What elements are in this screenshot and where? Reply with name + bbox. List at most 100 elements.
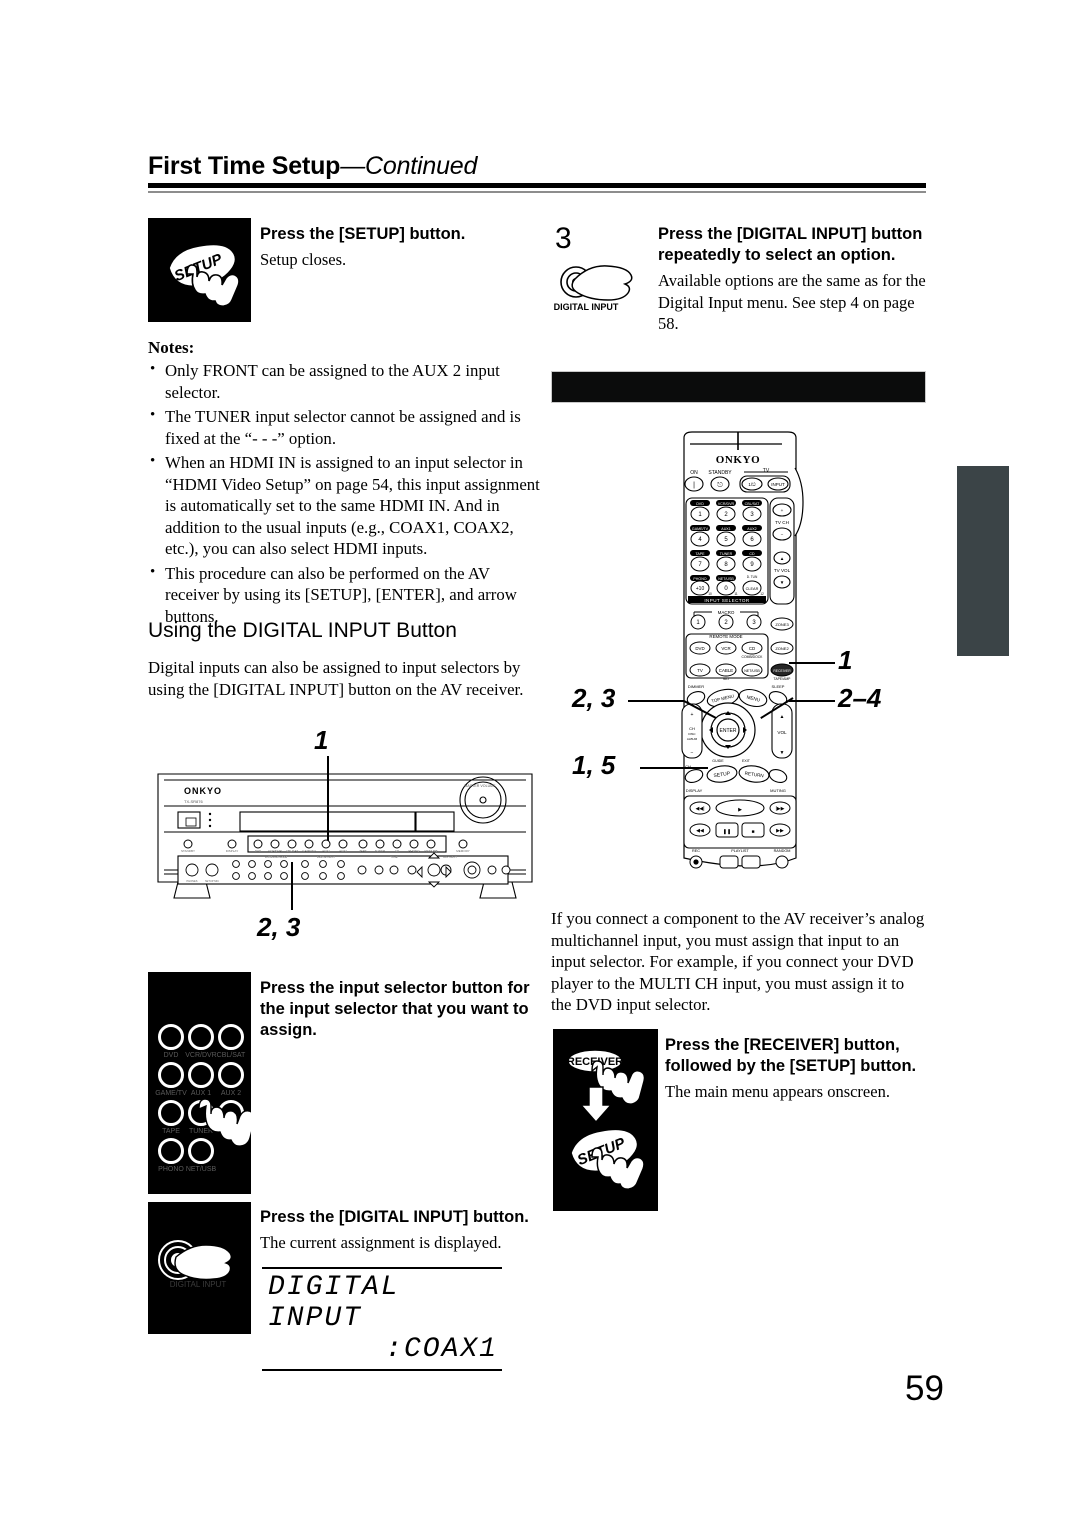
setup-step-text: Press the [SETUP] button. Setup closes. <box>260 224 542 271</box>
svg-text:DISPLAY: DISPLAY <box>226 849 238 853</box>
svg-text:PHONES: PHONES <box>187 879 198 883</box>
step3-title: Press the [DIGITAL INPUT] button repeate… <box>658 225 923 264</box>
note-item: When an HDMI IN is assigned to an input … <box>148 451 542 560</box>
remote-callout-1: 1 <box>838 645 853 675</box>
keypad-index-11: 11 <box>734 592 738 596</box>
receiver-setup-step-body: The main menu appears onscreen. <box>665 1082 890 1101</box>
rm-cable: CABLE <box>719 668 733 673</box>
svg-text:NET/USB: NET/USB <box>424 849 437 853</box>
svg-text:GAME/TV: GAME/TV <box>302 849 316 853</box>
svg-text:SETUP MIC: SETUP MIC <box>205 879 219 883</box>
remote-tag-label-dvd: DVD <box>696 502 704 506</box>
step3-text: Press the [DIGITAL INPUT] button repeate… <box>658 224 926 335</box>
remote-tag-label-netusb: NET/USB <box>718 577 734 581</box>
notes-list: Only FRONT can be assigned to the AUX 2 … <box>148 359 542 627</box>
remote-callout-2-3: 2, 3 <box>572 683 616 713</box>
receiver-volume-label: MASTER VOLUME <box>464 784 496 788</box>
remote-label-standby: STANDBY <box>708 470 732 476</box>
remote-brand: ONKYO <box>716 454 761 466</box>
svg-text:AUX1: AUX1 <box>322 849 330 853</box>
remote-label-display: DISPLAY <box>686 788 703 793</box>
setup-step-title: Press the [SETUP] button. <box>260 225 466 243</box>
svg-text:▶: ▶ <box>738 807 742 813</box>
svg-text:STANDBY: STANDBY <box>181 849 195 853</box>
setup-press-icon: SETUP <box>168 243 240 307</box>
lcd-bottom-rule <box>262 1369 502 1371</box>
svg-text:|▶▶: |▶▶ <box>776 806 785 812</box>
input-selector-pad-illustration: DVD VCR/DVR CBL/SAT GAME/TV AUX 1 AUX 2 … <box>148 972 251 1194</box>
svg-text:DIGITAL INPUT: DIGITAL INPUT <box>317 855 336 859</box>
lcd-line-1: DIGITAL INPUT <box>268 1272 400 1334</box>
manual-page: First Time Setup—Continued SETUP Press t… <box>0 0 1080 1528</box>
header-rule-thick <box>148 183 926 188</box>
receiver-lcd-display: DIGITAL INPUT :COAX1 <box>262 1267 502 1371</box>
svg-text:LISTENING MODE: LISTENING MODE <box>265 855 287 859</box>
page-title-main: First Time Setup <box>148 152 341 180</box>
svg-text:−: − <box>781 532 784 537</box>
remote-label-guide: GUIDE <box>712 759 724 763</box>
digital-input-icon-label: DIGITAL INPUT <box>170 1280 227 1289</box>
receiver-brand: ONKYO <box>184 786 222 796</box>
remote-callout-2-4: 2–4 <box>838 683 882 713</box>
multichannel-paragraph-block: If you connect a component to the AV rec… <box>551 908 926 1016</box>
remote-label-sat: SAT <box>723 677 729 681</box>
rm-tv: TV <box>697 668 703 673</box>
svg-text:◀◀|: ◀◀| <box>696 806 705 812</box>
receiver-setup-press-icon: RECEIVER SETUP <box>567 1049 646 1190</box>
multichannel-paragraph: If you connect a component to the AV rec… <box>551 909 925 1014</box>
keypad-index-10: 10 <box>708 592 712 596</box>
keypad-clear: CLEAR <box>746 587 759 591</box>
svg-text:TUNER: TUNER <box>375 849 386 853</box>
receiver-callout-top: 1 <box>314 725 329 755</box>
remote-label-rec: REC <box>692 849 700 853</box>
svg-text:❚❚: ❚❚ <box>723 829 731 835</box>
remote-callout-1-leader <box>789 662 835 664</box>
rm-netusb: NET/USB <box>744 669 760 673</box>
remote-callout-1-5-leader <box>640 767 708 769</box>
header-rule-thin <box>148 191 926 193</box>
section-black-banner <box>551 371 926 403</box>
svg-text:▼: ▼ <box>780 750 785 756</box>
remote-callout-1-5: 1, 5 <box>572 750 616 780</box>
svg-text:■: ■ <box>751 829 754 835</box>
step3-icon-label: DIGITAL INPUT <box>554 302 619 312</box>
digital-input-step-text: Press the [DIGITAL INPUT] button. The cu… <box>260 1207 542 1254</box>
remote-label-exit: EXIT <box>742 759 751 763</box>
svg-text:▶▶: ▶▶ <box>776 828 784 834</box>
remote-tag-label-vcr: VCR/DVR <box>718 502 735 506</box>
note-item: Only FRONT can be assigned to the AUX 2 … <box>148 359 542 403</box>
digital-input-button-illustration: DIGITAL INPUT <box>148 1202 251 1334</box>
remote-label-dimmer: DIMMER <box>688 684 704 689</box>
svg-text:PHONO: PHONO <box>408 849 420 853</box>
remote-label-tv-power: 1/⎋ <box>748 482 756 487</box>
setup-button-illustration: SETUP <box>148 218 251 322</box>
receiver-button-label: RECEIVER <box>773 669 791 673</box>
svg-text:TONE: TONE <box>390 855 397 859</box>
rm-cd: CD <box>749 646 755 651</box>
digital-input-step-title: Press the [DIGITAL INPUT] button. <box>260 1208 529 1226</box>
lcd-line-2: :COAX1 <box>385 1334 498 1365</box>
step3-body: Available options are the same as for th… <box>658 271 926 333</box>
rm-dvd: DVD <box>695 646 704 651</box>
svg-text:TAPE: TAPE <box>359 849 367 853</box>
remote-label-ch: CH <box>689 726 695 731</box>
zone2-button: ZONE2 <box>775 646 789 651</box>
svg-text:AUX2: AUX2 <box>339 849 347 853</box>
page-header: First Time Setup—Continued <box>148 152 926 181</box>
section-heading: Using the DIGITAL INPUT Button <box>148 619 457 642</box>
remote-tag-label-aux1: AUX1 <box>721 527 730 531</box>
remote-tag-label-phono: PHONO <box>693 577 706 581</box>
digital-input-section: Using the DIGITAL INPUT Button Digital i… <box>148 618 542 700</box>
digital-input-press-icon-2: DIGITAL INPUT <box>554 265 633 312</box>
remote-label-disc: DISC <box>688 732 696 736</box>
enter-button-label: ENTER <box>720 728 737 734</box>
remote-label-tape-amp: TAPE/AMP <box>774 677 792 681</box>
digital-input-press-icon: DIGITAL INPUT <box>158 1240 233 1289</box>
remote-tag-label-tuner: TUNER <box>720 552 733 556</box>
remote-label-album: ALBUM <box>687 737 698 741</box>
remote-callout-2-4-leader <box>789 700 835 702</box>
receiver-setup-step-text: Press the [RECEIVER] button, followed by… <box>665 1035 927 1103</box>
receiver-callout-bottom: 2, 3 <box>257 912 301 942</box>
svg-text:AUX INPUT: AUX INPUT <box>443 855 457 859</box>
chapter-edge-tab <box>957 466 1009 656</box>
